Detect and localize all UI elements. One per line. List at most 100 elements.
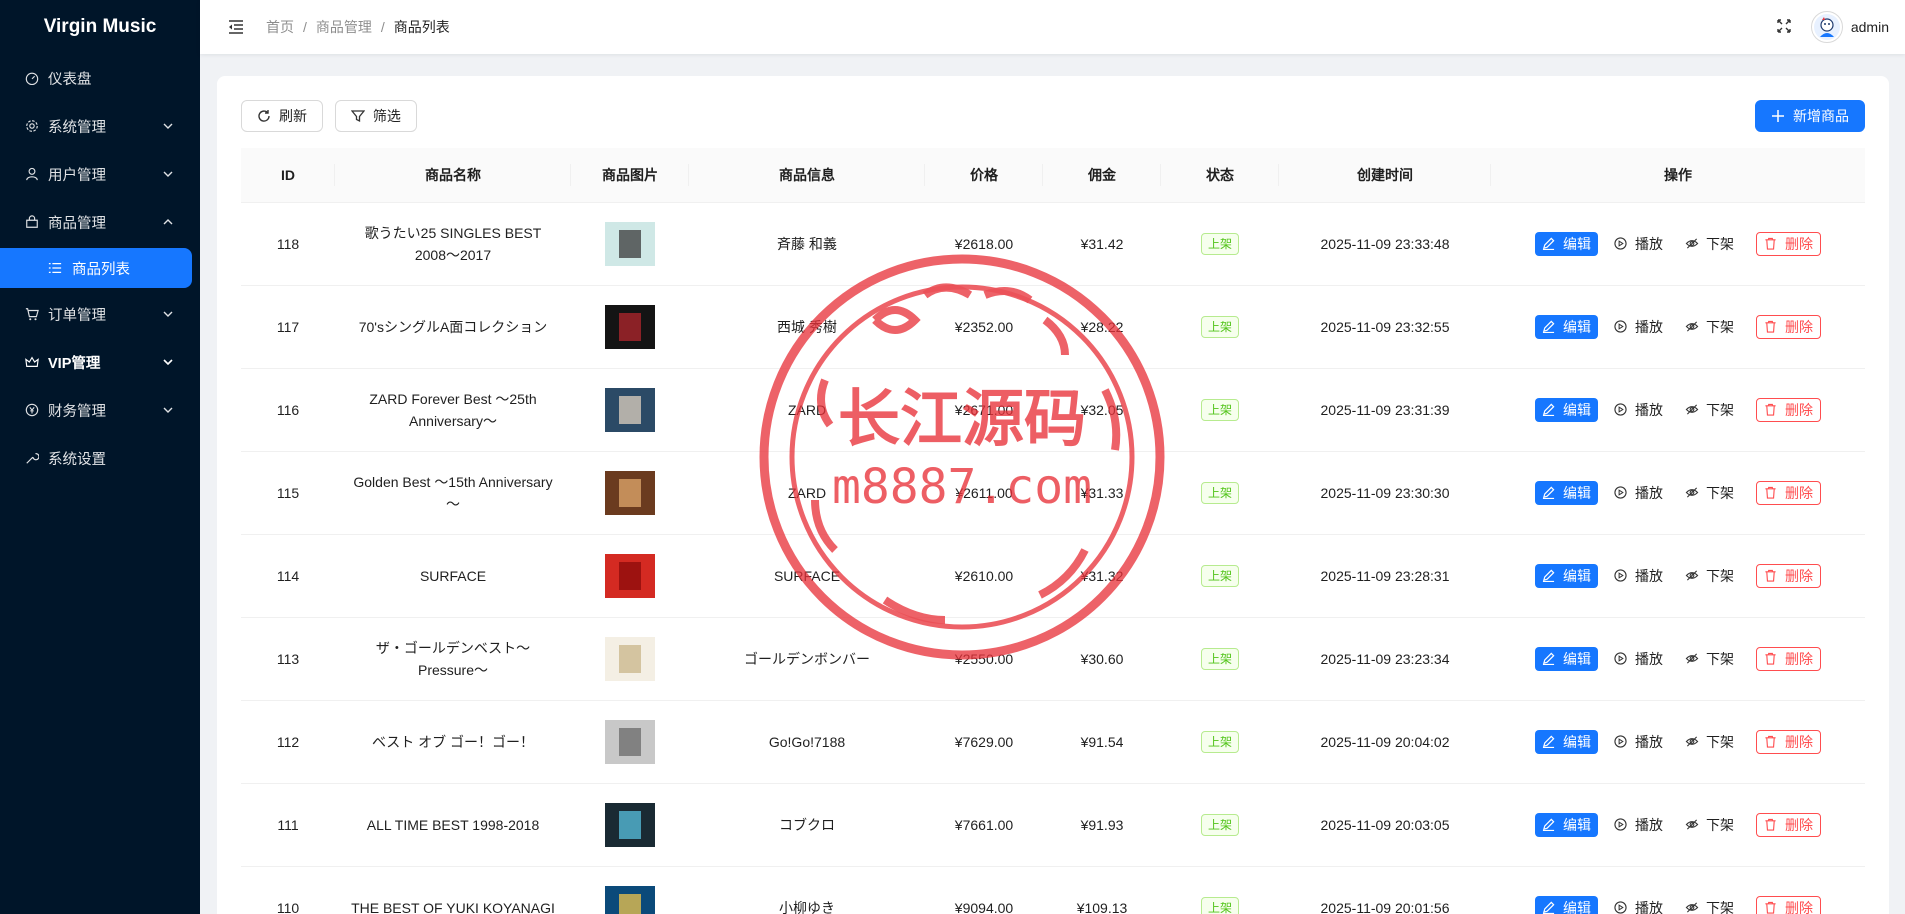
chevron-down-icon [163, 359, 173, 366]
play-button[interactable]: 播放 [1614, 399, 1663, 421]
play-button[interactable]: 播放 [1614, 814, 1663, 836]
edit-button[interactable]: 编辑 [1535, 895, 1598, 914]
delete-label: 删除 [1785, 899, 1813, 914]
row-actions: 编辑 播放 下架 删除 [1507, 895, 1849, 914]
trash-icon [1764, 486, 1778, 500]
sidebar-item-settings[interactable]: 系统设置 [0, 434, 200, 482]
album-cover-image[interactable] [605, 719, 655, 764]
offline-button[interactable]: 下架 [1685, 814, 1734, 836]
edit-button[interactable]: 编辑 [1535, 563, 1598, 588]
offline-button[interactable]: 下架 [1685, 233, 1734, 255]
filter-button[interactable]: 筛选 [334, 100, 417, 132]
offline-button[interactable]: 下架 [1685, 731, 1734, 753]
cell-image [571, 617, 689, 701]
table-row: 113 ザ・ゴールデンベスト～Pressure～ ゴールデンボンバー ¥2550… [241, 617, 1865, 701]
delete-button[interactable]: 删除 [1756, 563, 1821, 588]
offline-button[interactable]: 下架 [1685, 399, 1734, 421]
avatar[interactable] [1810, 11, 1843, 43]
offline-label: 下架 [1706, 650, 1734, 667]
play-label: 播放 [1635, 733, 1663, 750]
table-row: 111 ALL TIME BEST 1998-2018 コブクロ ¥7661.0… [241, 783, 1865, 867]
cell-status: 上架 [1161, 368, 1279, 452]
play-button[interactable]: 播放 [1614, 482, 1663, 504]
delete-button[interactable]: 删除 [1756, 480, 1821, 505]
gear-icon [24, 118, 40, 134]
breadcrumb-home[interactable]: 首页 [266, 17, 294, 37]
breadcrumb-separator: / [303, 19, 307, 35]
play-button[interactable]: 播放 [1614, 731, 1663, 753]
album-cover-image[interactable] [605, 636, 655, 681]
album-cover-image[interactable] [605, 885, 655, 914]
album-cover-image[interactable] [605, 304, 655, 349]
delete-button[interactable]: 删除 [1756, 231, 1821, 256]
cell-name: ザ・ゴールデンベスト～Pressure～ [335, 617, 571, 701]
offline-button[interactable]: 下架 [1685, 648, 1734, 670]
sidebar-item-label: 系统设置 [48, 451, 106, 468]
offline-button[interactable]: 下架 [1685, 565, 1734, 587]
breadcrumb-products[interactable]: 商品管理 [316, 17, 372, 37]
fullscreen-icon[interactable] [1777, 19, 1793, 35]
play-button[interactable]: 播放 [1614, 316, 1663, 338]
refresh-button[interactable]: 刷新 [241, 100, 323, 132]
add-product-button[interactable]: 新增商品 [1755, 100, 1865, 132]
sidebar-item-users[interactable]: 用户管理 [0, 150, 200, 198]
delete-button[interactable]: 删除 [1756, 646, 1821, 671]
play-button[interactable]: 播放 [1614, 648, 1663, 670]
row-actions: 编辑 播放 下架 删除 [1507, 397, 1849, 422]
edit-button[interactable]: 编辑 [1535, 729, 1598, 754]
play-button[interactable]: 播放 [1614, 565, 1663, 587]
edit-icon [1542, 320, 1556, 334]
offline-label: 下架 [1706, 733, 1734, 750]
eye-invisible-icon [1685, 486, 1699, 500]
edit-button[interactable]: 编辑 [1535, 314, 1598, 339]
column-header-name: 商品名称 [335, 148, 571, 203]
album-cover-image[interactable] [605, 802, 655, 847]
column-header-price: 价格 [925, 148, 1043, 203]
cell-price: ¥2671.00 [925, 368, 1043, 452]
cell-status: 上架 [1161, 700, 1279, 784]
sidebar-item-dashboard[interactable]: 仪表盘 [0, 54, 200, 102]
edit-button[interactable]: 编辑 [1535, 480, 1598, 505]
album-cover-image[interactable] [605, 387, 655, 432]
cell-id: 115 [241, 451, 335, 535]
offline-button[interactable]: 下架 [1685, 482, 1734, 504]
album-cover-image[interactable] [605, 221, 655, 266]
sidebar-item-orders[interactable]: 订单管理 [0, 290, 200, 338]
delete-button[interactable]: 删除 [1756, 397, 1821, 422]
cell-name: ベスト オブ ゴー！ゴー！ [335, 700, 571, 784]
cell-id: 118 [241, 202, 335, 286]
trash-icon [1764, 901, 1778, 914]
delete-button[interactable]: 删除 [1756, 729, 1821, 754]
delete-button[interactable]: 删除 [1756, 314, 1821, 339]
table-row: 112 ベスト オブ ゴー！ゴー！ Go!Go!7188 ¥7629.00 ¥9… [241, 700, 1865, 784]
play-button[interactable]: 播放 [1614, 897, 1663, 914]
cell-name: 70'sシングルA面コレクション [335, 285, 571, 369]
sidebar-item-label: 商品管理 [48, 215, 106, 232]
offline-button[interactable]: 下架 [1685, 897, 1734, 914]
status-badge: 上架 [1200, 316, 1239, 338]
username[interactable]: admin [1851, 19, 1889, 35]
sidebar-item-vip[interactable]: VIP管理 [0, 338, 200, 386]
chevron-up-icon [163, 219, 173, 225]
sidebar-item-finance[interactable]: 财务管理 [0, 386, 200, 434]
cell-name: 歌うたい25 SINGLES BEST 2008～2017 [335, 202, 571, 286]
edit-button[interactable]: 编辑 [1535, 397, 1598, 422]
cell-id: 111 [241, 783, 335, 867]
play-button[interactable]: 播放 [1614, 233, 1663, 255]
app-logo[interactable]: Virgin Music [0, 0, 200, 54]
edit-button[interactable]: 编辑 [1535, 231, 1598, 256]
sidebar-item-products[interactable]: 商品管理 [0, 198, 200, 246]
menu-fold-icon[interactable] [226, 17, 246, 37]
cell-status: 上架 [1161, 866, 1279, 914]
edit-button[interactable]: 编辑 [1535, 646, 1598, 671]
delete-button[interactable]: 删除 [1756, 812, 1821, 837]
sidebar-item-system[interactable]: 系统管理 [0, 102, 200, 150]
album-cover-image[interactable] [605, 553, 655, 598]
sidebar-item-product-list[interactable]: 商品列表 [0, 248, 192, 288]
album-cover-image[interactable] [605, 470, 655, 515]
cell-id: 114 [241, 534, 335, 618]
edit-button[interactable]: 编辑 [1535, 812, 1598, 837]
trash-icon [1764, 818, 1778, 832]
offline-button[interactable]: 下架 [1685, 316, 1734, 338]
delete-button[interactable]: 删除 [1756, 895, 1821, 914]
